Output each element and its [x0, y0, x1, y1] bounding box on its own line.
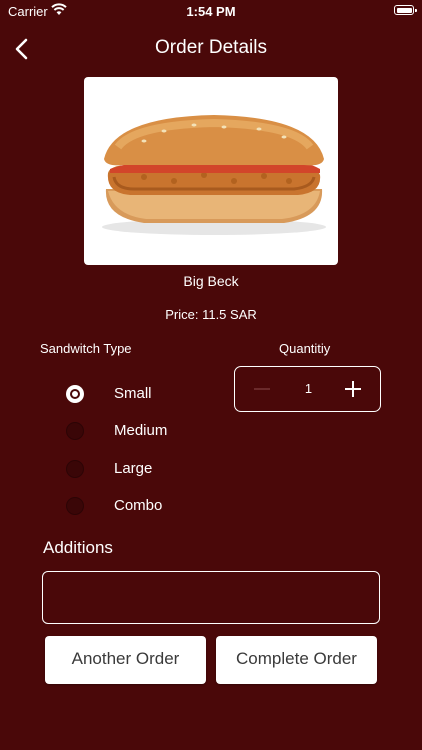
radio-unselected-icon [66, 497, 84, 515]
additions-label: Additions [43, 538, 113, 557]
size-option-label: Large [114, 460, 153, 477]
size-option-combo[interactable]: Combo [66, 491, 246, 521]
radio-unselected-icon [66, 422, 84, 440]
size-option-medium[interactable]: Medium [66, 416, 246, 446]
increment-button[interactable] [341, 377, 365, 401]
quantity-stepper: 1 [234, 366, 381, 412]
sandwich-type-label: Sandwitch Type [40, 341, 132, 356]
sandwich-image [102, 115, 326, 235]
product-price: Price: 11.5 SAR [165, 307, 257, 322]
radio-unselected-icon [66, 460, 84, 478]
radio-selected-icon [66, 385, 84, 403]
status-time: 1:54 PM [186, 4, 236, 19]
another-order-button[interactable]: Another Order [45, 636, 206, 684]
complete-order-button[interactable]: Complete Order [216, 636, 377, 684]
additions-field[interactable] [42, 571, 380, 624]
quantity-label: Quantitiy [279, 341, 331, 356]
size-option-label: Combo [114, 497, 163, 514]
battery-icon [394, 5, 417, 15]
size-option-label: Medium [114, 422, 168, 439]
size-option-small[interactable]: Small [66, 379, 246, 409]
size-option-large[interactable]: Large [66, 454, 246, 484]
size-option-label: Small [114, 385, 152, 402]
product-name: Big Beck [183, 273, 239, 289]
page-title: Order Details [155, 37, 267, 58]
status-bar: Carrier 1:54 PM [0, 0, 422, 22]
product-image [84, 77, 338, 265]
